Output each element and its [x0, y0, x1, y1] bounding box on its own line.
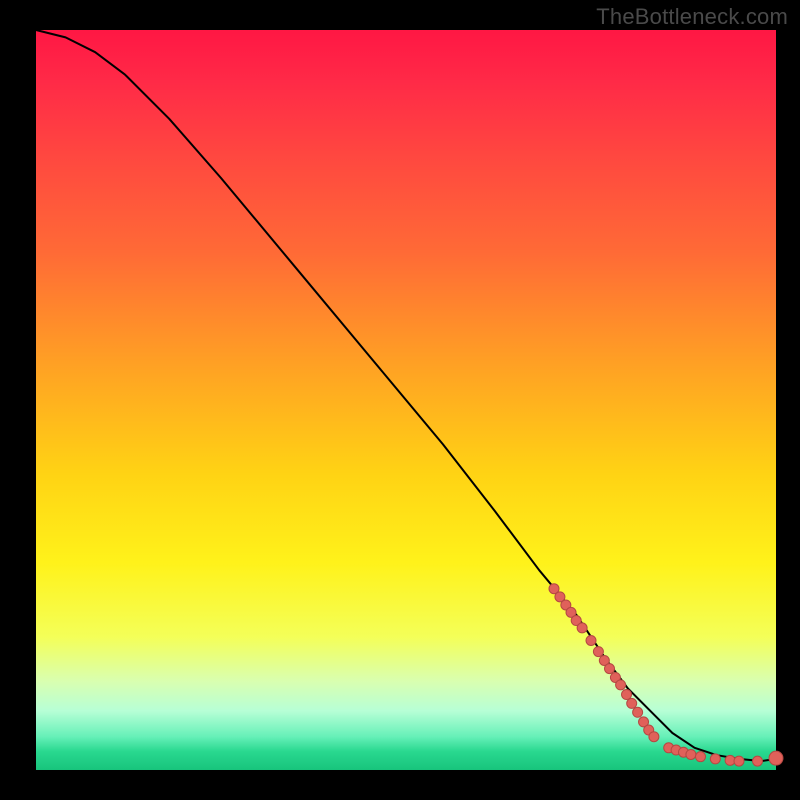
scatter-point: [753, 756, 763, 766]
scatter-point: [586, 636, 596, 646]
scatter-point: [734, 756, 744, 766]
scatter-point: [696, 752, 706, 762]
scatter-point: [633, 707, 643, 717]
scatter-point: [577, 623, 587, 633]
scatter-point: [710, 754, 720, 764]
watermark-text: TheBottleneck.com: [596, 4, 788, 30]
scatter-point: [593, 647, 603, 657]
scatter-point: [616, 680, 626, 690]
scatter-point: [769, 751, 783, 765]
bottleneck-chart: [0, 0, 800, 800]
chart-stage: TheBottleneck.com: [0, 0, 800, 800]
scatter-point: [627, 698, 637, 708]
scatter-point: [649, 732, 659, 742]
scatter-point: [605, 664, 615, 674]
scatter-point: [686, 749, 696, 759]
scatter-point: [622, 690, 632, 700]
